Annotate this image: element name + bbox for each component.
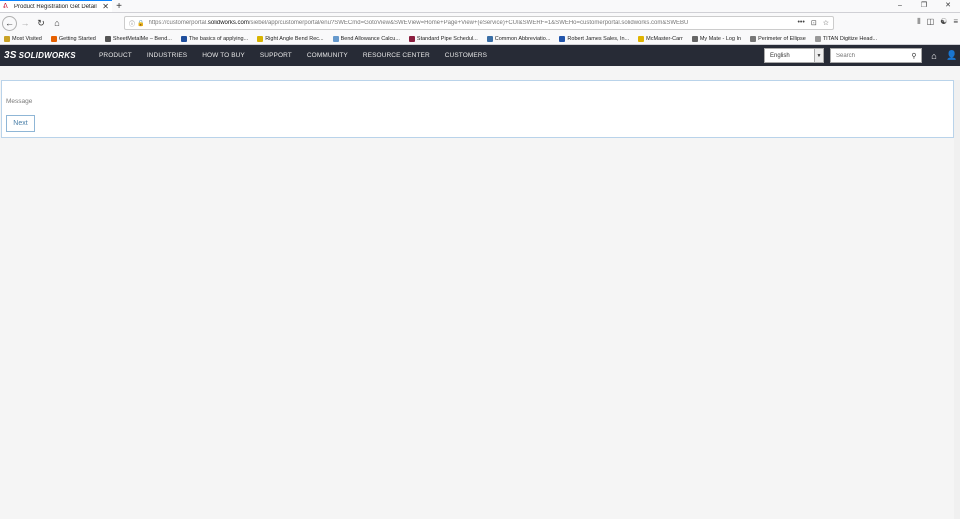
tab-title: Product Registration Get Detail [14, 3, 97, 10]
language-value: English [770, 52, 790, 59]
menu-item-industries[interactable]: INDUSTRIES [147, 52, 187, 59]
home-button[interactable]: ⌂ [49, 15, 65, 31]
menu-item-how-to-buy[interactable]: HOW TO BUY [202, 52, 245, 59]
toolbar-right: ⫴ ◫ ☯ ≡ [917, 17, 958, 27]
menu-item-customers[interactable]: CUSTOMERS [445, 52, 487, 59]
page-scrollbar[interactable] [954, 80, 960, 519]
new-tab-button[interactable]: + [112, 0, 126, 12]
bookmark-item[interactable]: Right Angle Bend Rec... [257, 35, 324, 42]
menu-item-resource-center[interactable]: RESOURCE CENTER [363, 52, 430, 59]
bookmark-label: SheetMetalMe – Bend... [112, 35, 172, 42]
site-header: 3S SOLIDWORKS PRODUCT INDUSTRIES HOW TO … [0, 45, 960, 66]
menu-item-community[interactable]: COMMUNITY [307, 52, 348, 59]
bookmark-star-icon[interactable]: ☆ [823, 19, 829, 27]
bookmark-favicon-icon [408, 35, 415, 42]
bookmark-favicon-icon [104, 35, 111, 42]
extension-icon[interactable]: ☯ [940, 17, 947, 27]
bookmark-label: Robert James Sales, In... [567, 35, 630, 42]
bookmark-favicon-icon [638, 35, 645, 42]
info-icon[interactable]: ⓘ [129, 19, 135, 28]
solidworks-logo[interactable]: 3S SOLIDWORKS [4, 50, 96, 61]
search-icon[interactable]: ⚲ [907, 52, 921, 60]
bookmark-label: Right Angle Bend Rec... [265, 35, 324, 42]
menu-icon[interactable]: ≡ [953, 17, 958, 27]
minimize-button[interactable]: – [888, 0, 912, 12]
tab-strip: ᕕ Product Registration Get Detail ✕ + – … [0, 0, 960, 13]
tab-close-icon[interactable]: ✕ [102, 2, 109, 11]
bookmark-item[interactable]: McMaster-Carr [638, 35, 683, 42]
bookmark-item[interactable]: Perimeter of Ellipse [750, 35, 806, 42]
bookmark-label: Standard Pipe Schedul... [416, 35, 478, 42]
solidworks-favicon-icon: ᕕ [3, 2, 8, 10]
reload-button[interactable]: ↻ [33, 15, 49, 31]
restore-button[interactable]: ❐ [912, 0, 936, 12]
lock-icon[interactable]: 🔒 [137, 20, 144, 27]
bookmark-favicon-icon [50, 35, 57, 42]
address-bar[interactable]: ⓘ 🔒 https://customerportal.solidworks.co… [124, 16, 834, 30]
bookmarks-bar: Most Visited Getting Started SheetMetalMe … [0, 33, 960, 45]
window-controls: – ❐ ✕ [888, 0, 960, 12]
user-icon[interactable]: 👤 [946, 50, 958, 61]
bookmark-label: McMaster-Carr [646, 35, 683, 42]
bookmark-item[interactable]: TITAN Digitize Head... [814, 35, 878, 42]
site-search: ⚲ [830, 48, 922, 63]
search-input[interactable] [831, 52, 907, 59]
message-label: Message [6, 98, 33, 105]
bookmark-favicon-icon [4, 35, 10, 42]
bookmark-favicon-icon [750, 35, 757, 42]
chevron-down-icon: ▼ [814, 49, 823, 62]
bookmark-favicon-icon [814, 35, 821, 42]
bookmark-favicon-icon [332, 35, 339, 42]
bookmark-label: Most Visited [12, 35, 42, 42]
bookmark-favicon-icon [257, 35, 264, 42]
bookmark-favicon-icon [559, 35, 566, 42]
forward-button[interactable]: → [17, 15, 33, 31]
bookmark-label: Bend Allowance Calcu... [340, 35, 400, 42]
bookmark-label: The basics of applying... [188, 35, 249, 42]
ds-logo-mark: 3S [4, 50, 17, 61]
bookmark-favicon-icon [486, 35, 493, 42]
pocket-icon[interactable]: ⊡ [811, 19, 817, 27]
bookmark-label: My Mate - Log In [699, 35, 742, 42]
close-window-button[interactable]: ✕ [936, 0, 960, 12]
bookmark-item[interactable]: SheetMetalMe – Bend... [104, 35, 172, 42]
menu-item-support[interactable]: SUPPORT [260, 52, 292, 59]
bookmark-item[interactable]: Standard Pipe Schedul... [408, 35, 478, 42]
bookmark-item[interactable]: Most Visited [4, 35, 42, 42]
bookmark-label: Common Abbreviatio... [494, 35, 551, 42]
bookmark-item[interactable]: The basics of applying... [180, 35, 249, 42]
bookmark-label: TITAN Digitize Head... [822, 35, 878, 42]
bookmark-item[interactable]: Getting Started [50, 35, 96, 42]
browser-tab[interactable]: ᕕ Product Registration Get Detail ✕ [0, 0, 112, 12]
bookmark-favicon-icon [180, 35, 187, 42]
bookmark-item[interactable]: Common Abbreviatio... [486, 35, 551, 42]
sidebar-icon[interactable]: ◫ [927, 17, 935, 27]
page-actions-icon[interactable]: ••• [797, 19, 804, 27]
next-button[interactable]: Next [6, 115, 35, 132]
library-icon[interactable]: ⫴ [917, 17, 920, 27]
bookmark-item[interactable]: Bend Allowance Calcu... [332, 35, 400, 42]
back-button[interactable]: ← [2, 15, 17, 31]
bookmark-favicon-icon [691, 35, 698, 42]
language-select[interactable]: English ▼ [764, 48, 824, 63]
main-menu: PRODUCT INDUSTRIES HOW TO BUY SUPPORT CO… [99, 52, 487, 59]
menu-item-product[interactable]: PRODUCT [99, 52, 132, 59]
bookmark-item[interactable]: Robert James Sales, In... [559, 35, 630, 42]
logo-wordmark: SOLIDWORKS [18, 51, 76, 60]
message-panel: Message Next [1, 80, 954, 138]
bookmark-label: Perimeter of Ellipse [758, 35, 806, 42]
bookmark-item[interactable]: My Mate - Log In [691, 35, 742, 42]
bookmark-label: Getting Started [58, 35, 96, 42]
url-text[interactable]: https://customerportal.solidworks.com/si… [149, 20, 798, 26]
home-icon[interactable]: ⌂ [928, 51, 940, 61]
main-content: Message Next [0, 66, 960, 138]
